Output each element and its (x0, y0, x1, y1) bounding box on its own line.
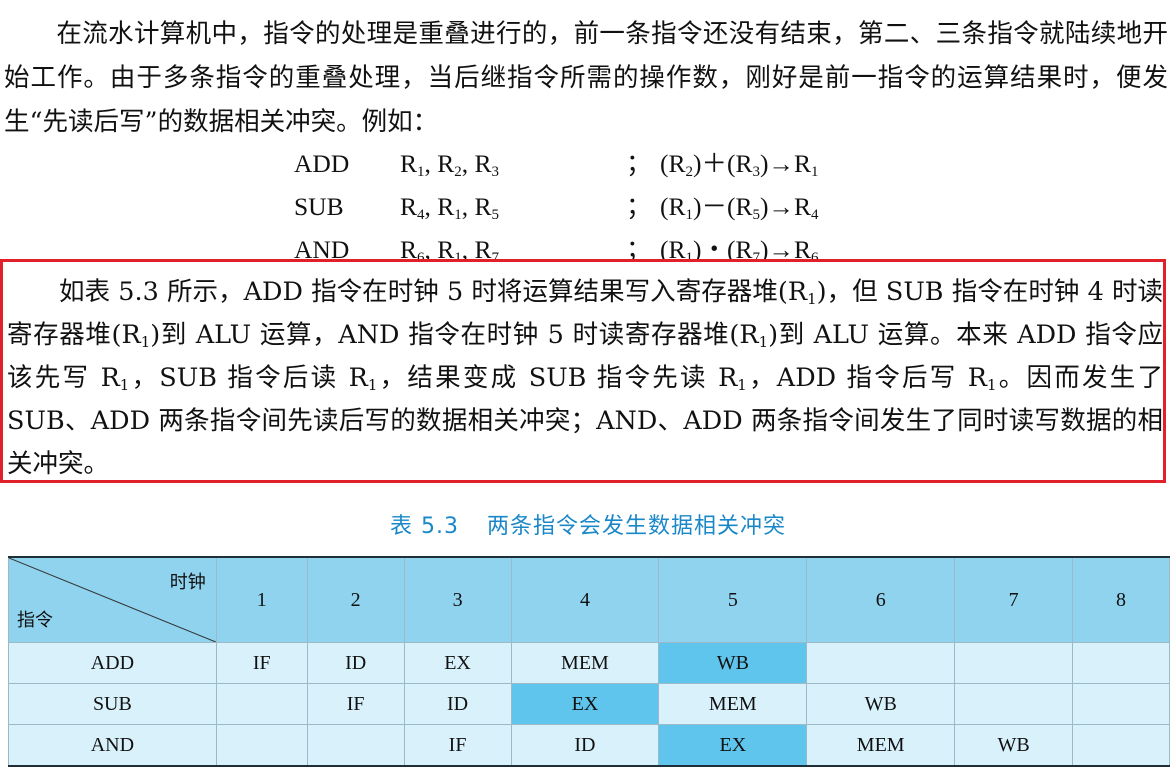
code-separator: ； (626, 192, 652, 221)
stage-cell: ID (306, 642, 405, 684)
table-caption: 表 5.3 两条指令会发生数据相关冲突 (0, 508, 1176, 540)
stage-cell: IF (306, 683, 405, 725)
stage-cell: WB (806, 683, 956, 725)
code-separator: ； (626, 149, 652, 178)
clock-header: 5 (658, 556, 808, 643)
explanation-paragraph: 如表 5.3 所示，ADD 指令在时钟 5 时将运算结果写入寄存器堆(R1)，但… (7, 277, 1164, 479)
stage-cell: MEM (658, 683, 808, 725)
corner-label-instruction: 指令 (17, 610, 53, 631)
clock-header: 1 (215, 556, 308, 643)
stage-cell: IF (403, 724, 512, 767)
table-row: SUB IF ID EX MEM WB (8, 683, 1170, 725)
stage-cell (306, 724, 405, 767)
clock-header: 6 (806, 556, 956, 643)
stage-cell (215, 683, 308, 725)
code-opcode: SUB (294, 192, 344, 221)
table-caption-text: 两条指令会发生数据相关冲突 (486, 514, 786, 539)
code-operands: R1, R2, R3 (400, 149, 500, 180)
clock-header: 2 (306, 556, 405, 643)
instruction-name-cell: SUB (8, 683, 217, 725)
table-corner-cell: 时钟 指令 (8, 556, 217, 643)
pipeline-table: 时钟 指令 1 2 3 4 5 6 7 8 ADD IF ID EX MEM WB SUB I… (8, 556, 1170, 767)
corner-label-clock: 时钟 (169, 572, 206, 593)
stage-cell: EX (403, 642, 512, 684)
code-opcode: ADD (294, 149, 350, 178)
intro-paragraph: 在流水计算机中，指令的处理是重叠进行的，前一条指令还没有结束，第二、三条指令就陆… (4, 12, 1168, 144)
highlighted-explanation-box: 如表 5.3 所示，ADD 指令在时钟 5 时将运算结果写入寄存器堆(R1)，但… (0, 259, 1166, 483)
stage-cell (806, 642, 956, 684)
stage-cell (954, 683, 1074, 725)
stage-cell (1072, 683, 1170, 725)
stage-cell: WB (954, 724, 1074, 767)
clock-header: 3 (403, 556, 512, 643)
table-caption-number: 表 5.3 (390, 514, 459, 539)
clock-header: 4 (510, 556, 660, 643)
code-line-add: ADD R1, R2, R3 ； (R2)＋(R3)→R1 (0, 142, 1176, 186)
stage-cell: ID (510, 724, 660, 767)
stage-cell: EX (510, 683, 660, 725)
instruction-name-cell: ADD (8, 642, 217, 684)
code-operands: R4, R1, R5 (400, 192, 500, 223)
stage-cell: ID (403, 683, 512, 725)
stage-cell (215, 724, 308, 767)
table-row: ADD IF ID EX MEM WB (8, 642, 1170, 684)
stage-cell: IF (215, 642, 308, 684)
stage-cell (1072, 724, 1170, 767)
code-comment: (R2)＋(R3)→R1 (660, 149, 819, 180)
clock-header: 8 (1072, 556, 1170, 643)
instruction-name-cell: AND (8, 724, 217, 767)
intro-text: 在流水计算机中，指令的处理是重叠进行的，前一条指令还没有结束，第二、三条指令就陆… (4, 19, 1168, 137)
stage-cell: EX (658, 724, 808, 767)
code-line-sub: SUB R4, R1, R5 ； (R1)－(R5)→R4 (0, 185, 1176, 229)
table-row: AND IF ID EX MEM WB (8, 724, 1170, 767)
stage-cell (1072, 642, 1170, 684)
stage-cell: MEM (806, 724, 956, 767)
stage-cell: MEM (510, 642, 660, 684)
table-header-row: 时钟 指令 1 2 3 4 5 6 7 8 (8, 556, 1170, 643)
stage-cell (954, 642, 1074, 684)
stage-cell: WB (658, 642, 808, 684)
code-comment: (R1)－(R5)→R4 (660, 192, 819, 223)
clock-header: 7 (954, 556, 1074, 643)
